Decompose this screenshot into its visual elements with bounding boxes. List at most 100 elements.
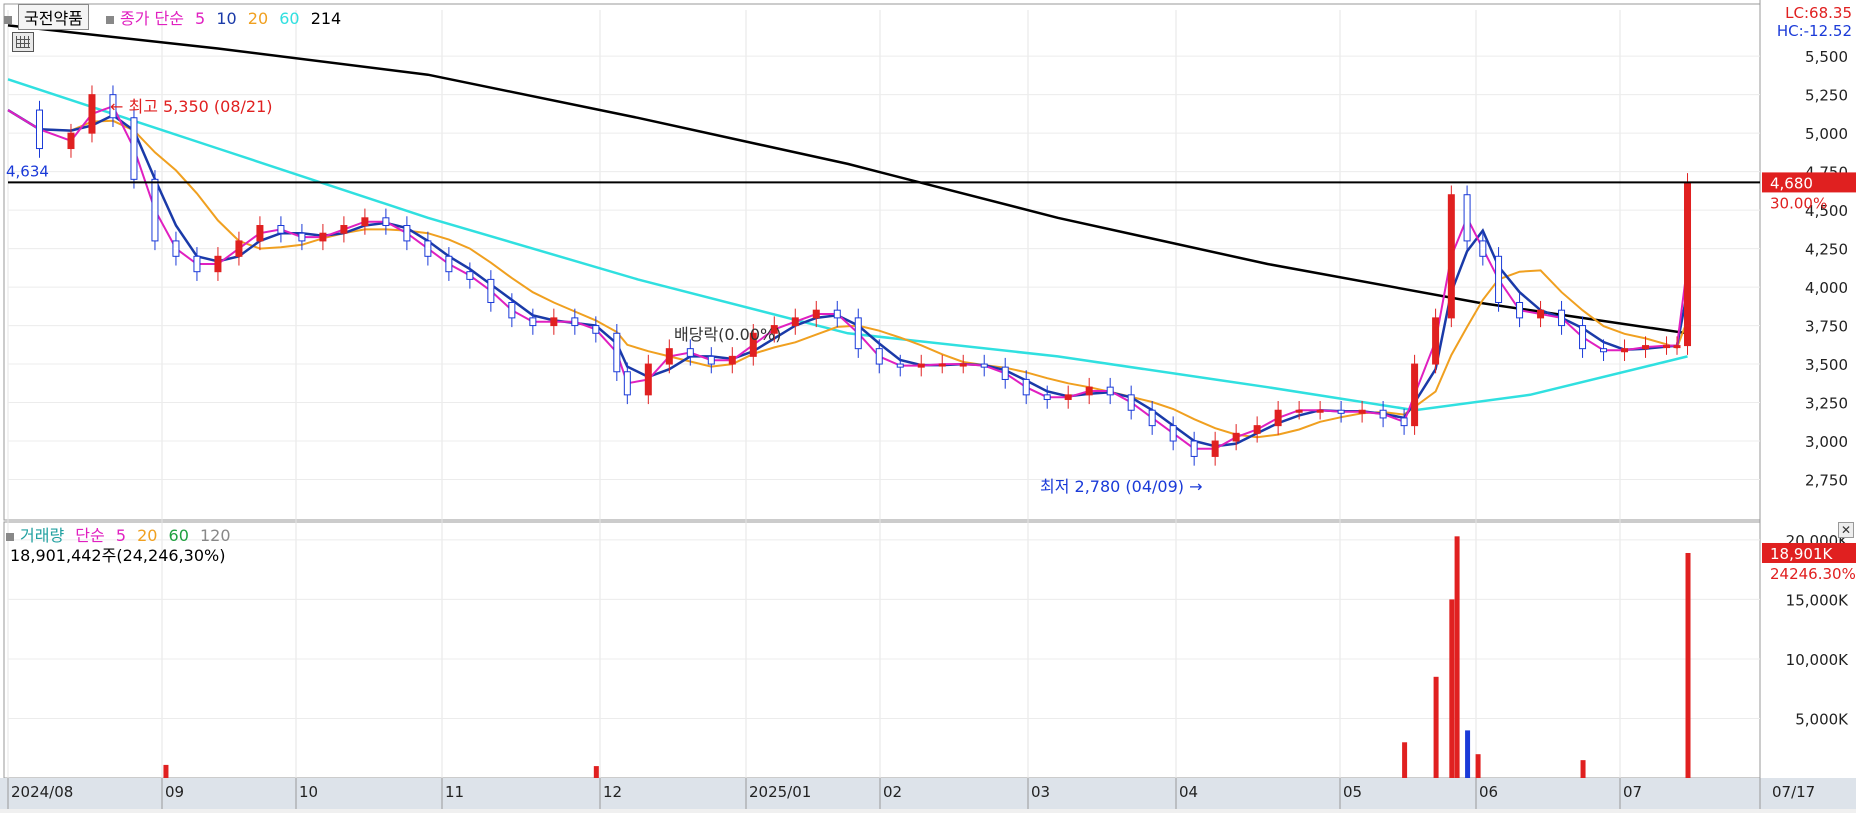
candle-body [1642,345,1650,350]
candle-body [791,317,799,327]
legend-toggle-icon[interactable] [4,15,12,24]
volume-bar [163,764,169,778]
candle-body [277,225,285,234]
volume-bar [1465,730,1471,778]
candle-body [1684,181,1692,347]
price-tick-label: 3,750 [1805,318,1848,336]
candle-body [1106,386,1114,396]
price-tick-label: 3,000 [1805,433,1848,451]
candle-body [1295,409,1303,413]
candle-body [1085,386,1093,396]
candle-body [1663,345,1671,349]
candle-body [644,363,652,396]
candle-body [686,348,694,357]
ma20-label: 20 [247,9,269,28]
low-annotation: 최저 2,780 (04/09) → [1040,477,1203,496]
lc-value: LC:68.35 [1785,4,1852,22]
stock-chart[interactable]: 2024/08 09 10 11 12 2025/01 02 03 04 05 06 07 07/17 2… [0,0,1856,809]
x-tick-label: 11 [445,783,464,801]
legend-toggle-icon[interactable] [6,532,14,541]
candle-body [623,371,631,396]
candle-body [382,217,390,227]
price-tick-label: 4,250 [1805,241,1848,259]
candle-body [1316,409,1324,413]
current-volume-sub: 24246.30% [1770,565,1856,583]
grid-settings-icon[interactable] [12,32,34,52]
candle-body [875,348,883,365]
price-tick-label: 5,250 [1805,87,1848,105]
price-tick-label: 3,250 [1805,395,1848,413]
candle-body [1579,325,1587,350]
candle-body [1479,240,1487,257]
candle-body [1169,425,1177,442]
x-tick-label: 06 [1479,783,1498,801]
candle-body [938,363,946,367]
candle-body [1516,301,1524,319]
candle-body [466,271,474,280]
candle-body [1190,440,1198,457]
price-tick-label: 5,000 [1805,125,1848,143]
stock-name-button[interactable]: 국전약품 [18,4,89,30]
candle-body [1148,409,1156,427]
candle-body [550,317,558,327]
candle-body [812,309,820,319]
current-price-label: 4,680 [1770,174,1813,192]
candle-body [172,240,180,257]
candle-body [214,255,222,273]
candle-body [1001,366,1009,380]
candle-body [424,240,432,257]
close-icon[interactable]: ✕ [1838,522,1854,538]
ma5-line [7,104,1689,450]
x-tick-label: 04 [1179,783,1198,801]
legend-toggle-icon[interactable] [105,15,114,24]
price-tick-label: 4,000 [1805,279,1848,297]
volume-info: 18,901,442주(24,246,30%) [10,546,226,565]
high-annotation: ← 최고 5,350 (08/21) [110,97,273,116]
candle-body [1432,317,1440,365]
candle-body [1495,255,1503,303]
candle-body [1043,394,1051,400]
candle-body [403,225,411,242]
price-tick-label: 3,500 [1805,356,1848,374]
x-axis-area [0,778,1856,809]
hc-value: HC:-12.52 [1776,22,1852,40]
current-change-label: 30.00% [1770,194,1827,212]
x-tick-label: 2024/08 [11,783,73,801]
reference-line-label: 4,634 [6,162,49,180]
x-tick-label: 02 [883,783,902,801]
candle-body [665,348,673,365]
candle-body [1558,309,1566,327]
candle-body [340,225,348,234]
candle-body [917,363,925,368]
candle-body [35,109,43,150]
volume-bar [1580,760,1586,778]
x-tick-label: 10 [299,783,318,801]
ma20-line [7,109,1689,439]
candle-body [130,117,138,180]
candle-body [1447,194,1455,319]
candle-body [1232,432,1240,442]
candle-body [1337,409,1345,414]
ma60-label: 60 [279,9,300,28]
candle-body [1253,425,1261,434]
candle-body [67,132,75,150]
candle-body [1673,345,1681,349]
ma10-label: 10 [216,9,237,28]
candle-body [319,232,327,242]
candle-body [1537,309,1545,319]
candle-body [980,363,988,368]
candle-body [361,217,369,227]
volume-bar [1402,742,1408,778]
candle-body [1379,409,1387,419]
candle-body [1274,409,1282,427]
price-ma-label: 종가 단순 [119,9,184,28]
volume-bar [1475,754,1481,778]
dividend-annotation: 배당락(0.00%) [674,325,781,344]
candle-body [1064,394,1072,400]
candle-body [707,355,715,365]
candle-body [529,317,537,327]
candle-body [728,355,736,365]
candle-body [1022,378,1030,396]
chart-canvas[interactable]: 2024/08 09 10 11 12 2025/01 02 03 04 05 06 07 07/17 2… [0,0,1856,809]
candle-body [1400,417,1408,427]
